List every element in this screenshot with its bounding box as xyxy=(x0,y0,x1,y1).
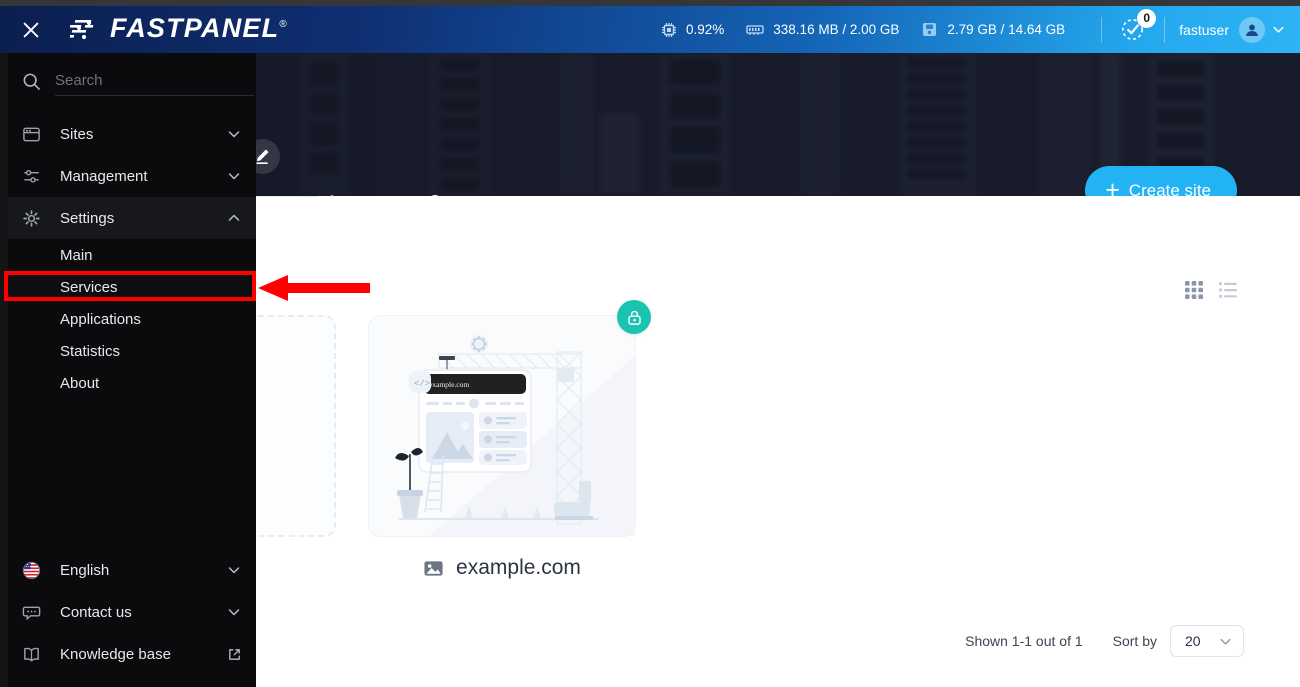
sidebar-subitem-label: Applications xyxy=(60,310,141,328)
sidebar-subitem-label: Main xyxy=(60,246,93,264)
sidebar-search[interactable] xyxy=(8,53,256,109)
book-icon xyxy=(22,645,46,664)
external-link-icon xyxy=(227,647,242,662)
code-badge-icon: </> xyxy=(409,371,431,393)
brand-registered-mark: ® xyxy=(279,19,288,30)
sidebar-item-label: Knowledge base xyxy=(60,645,171,663)
grid-view-icon xyxy=(1185,281,1203,299)
sidebar-item-settings[interactable]: Settings xyxy=(8,197,256,239)
memory-stat: 338.16 MB / 2.00 GB xyxy=(746,22,899,38)
chevron-up-icon xyxy=(226,210,242,226)
sidebar-item-label: English xyxy=(60,561,110,579)
sidebar-subitem-applications[interactable]: Applications xyxy=(8,303,256,335)
management-icon xyxy=(22,167,46,186)
divider xyxy=(1101,16,1103,43)
lock-icon xyxy=(627,310,641,325)
site-preview-url: example.com xyxy=(429,380,469,389)
site-thumbnail[interactable]: example.com </> xyxy=(368,300,651,537)
sidebar-item-label: Sites xyxy=(60,125,94,143)
fastpanel-mark-icon xyxy=(70,19,94,39)
list-view-button[interactable] xyxy=(1213,275,1243,305)
sidebar-subitem-label: Statistics xyxy=(60,342,121,360)
sidebar-bottom-nav: English Contact us Knowledge base xyxy=(8,549,256,687)
sidebar-left-edge xyxy=(0,53,8,687)
svg-text:</>: </> xyxy=(414,379,430,389)
sidebar-nav: Sites Management Settings Main Services … xyxy=(8,109,256,399)
ssl-status-badge xyxy=(617,300,651,334)
sidebar-item-knowledge-base[interactable]: Knowledge base xyxy=(8,633,256,675)
create-site-button[interactable]: + Create site xyxy=(1085,166,1237,196)
notification-count-badge: 0 xyxy=(1137,8,1157,28)
cpu-stat: 0.92% xyxy=(661,22,724,38)
site-name-row: example.com xyxy=(368,556,636,580)
sidebar-subitem-services[interactable]: Services xyxy=(8,271,256,303)
sidebar-item-label: Contact us xyxy=(60,603,132,621)
grid-view-button[interactable] xyxy=(1179,275,1209,305)
search-icon xyxy=(22,72,41,91)
sidebar-item-language[interactable]: English xyxy=(8,549,256,591)
gear-icon xyxy=(22,209,46,228)
image-icon xyxy=(423,558,444,579)
memory-icon xyxy=(746,22,764,38)
chevron-down-icon xyxy=(226,604,242,620)
divider xyxy=(1164,16,1166,43)
page-size-select[interactable]: 20 xyxy=(1170,625,1244,657)
disk-icon xyxy=(921,21,938,38)
brand-logo[interactable]: FASTPANEL® xyxy=(70,6,288,53)
sidebar-item-management[interactable]: Management xyxy=(8,155,256,197)
sort-by-label: Sort by xyxy=(1112,633,1157,649)
user-name: fastuser xyxy=(1179,21,1229,38)
sidebar-item-sites[interactable]: Sites xyxy=(8,113,256,155)
sidebar: Sites Management xyxy=(8,53,256,687)
avatar xyxy=(1239,16,1265,43)
search-input[interactable] xyxy=(55,66,254,96)
top-bar: FASTPANEL® 0.92% 338.16 MB / 2.00 GB 2.7… xyxy=(0,6,1300,53)
memory-value: 338.16 MB / 2.00 GB xyxy=(773,22,900,37)
chevron-down-icon xyxy=(1220,638,1231,645)
site-name: example.com xyxy=(456,556,581,579)
chevron-down-icon xyxy=(226,168,242,184)
site-preview-illustration: example.com </> xyxy=(369,316,635,536)
pagination-row: Shown 1-1 out of 1 Sort by 20 xyxy=(965,625,1244,657)
user-menu[interactable]: fastuser xyxy=(1179,16,1286,43)
cpu-icon xyxy=(661,22,677,38)
sidebar-item-contact-us[interactable]: Contact us xyxy=(8,591,256,633)
chevron-down-icon xyxy=(226,126,242,142)
sidebar-subitem-main[interactable]: Main xyxy=(8,239,256,271)
disk-value: 2.79 GB / 14.64 GB xyxy=(947,22,1066,37)
flag-us-icon xyxy=(22,561,46,580)
gear-badge-icon xyxy=(470,335,488,353)
sidebar-subitem-label: About xyxy=(60,374,100,392)
close-icon xyxy=(23,22,39,37)
list-view-icon xyxy=(1219,282,1237,298)
chevron-down-icon xyxy=(226,562,242,578)
chat-icon xyxy=(22,603,46,622)
create-site-label: Create site xyxy=(1128,180,1211,197)
top-bar-right: 0.92% 338.16 MB / 2.00 GB 2.79 GB / 14.6… xyxy=(661,6,1300,53)
shown-count-label: Shown 1-1 out of 1 xyxy=(965,633,1083,649)
site-card[interactable]: example.com </> example.com xyxy=(368,300,651,580)
sidebar-subitem-about[interactable]: About xyxy=(8,367,256,399)
brand-name: FASTPANEL® xyxy=(110,13,288,43)
sites-icon xyxy=(22,125,46,144)
sidebar-subitem-statistics[interactable]: Statistics xyxy=(8,335,256,367)
user-icon xyxy=(1246,24,1258,36)
disk-stat: 2.79 GB / 14.64 GB xyxy=(921,21,1065,38)
page-size-value: 20 xyxy=(1185,633,1201,649)
notifications-button[interactable]: 0 xyxy=(1116,8,1157,47)
sidebar-item-label: Settings xyxy=(60,209,115,227)
plus-icon: + xyxy=(1105,176,1120,197)
view-toggle-group xyxy=(1179,275,1243,305)
tab-underline xyxy=(256,196,318,197)
site-cards-container: example.com </> example.com xyxy=(236,300,651,580)
chevron-down-icon xyxy=(1273,26,1284,33)
sidebar-item-label: Management xyxy=(60,167,148,185)
close-menu-button[interactable] xyxy=(0,6,62,53)
cpu-value: 0.92% xyxy=(686,22,725,37)
sidebar-subitem-label: Services xyxy=(60,278,118,296)
